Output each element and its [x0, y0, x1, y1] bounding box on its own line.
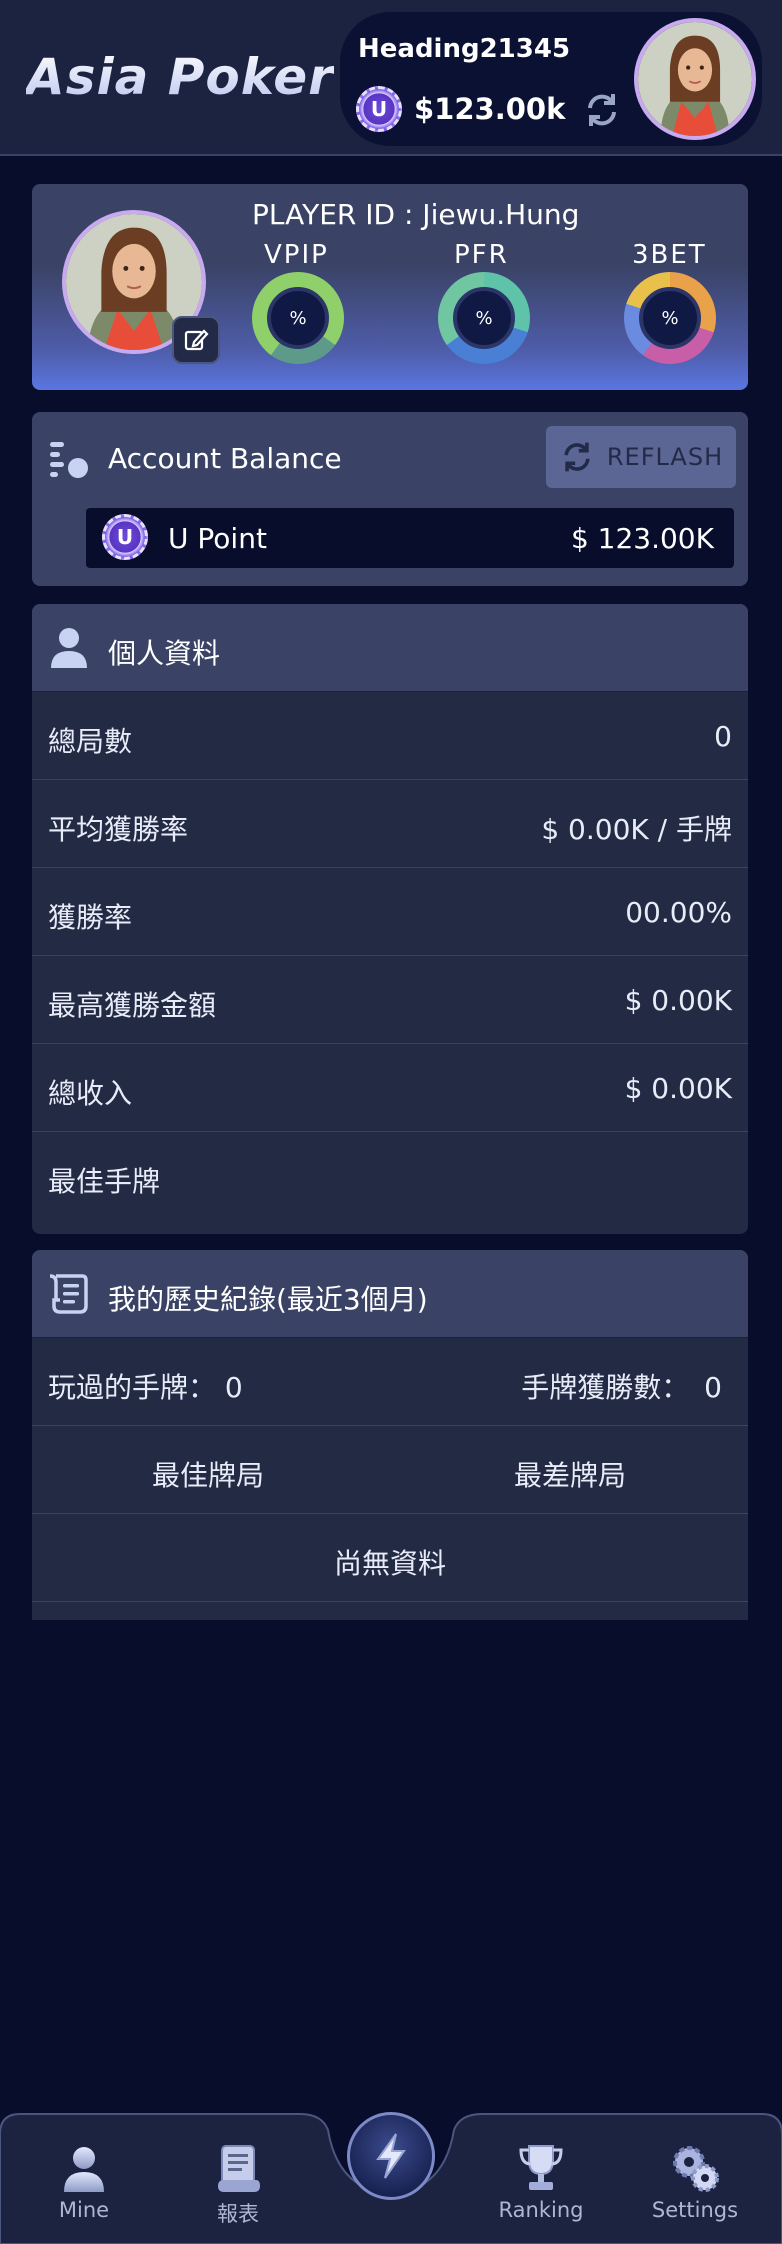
empty-message: 尚無資料 [333, 1547, 446, 1580]
app-logo: Asia Poker [26, 48, 334, 106]
history-panel-title: 我的歷史紀錄(最近3個月) [108, 1283, 428, 1316]
scroll-icon [49, 1274, 88, 1314]
row-value: $ 0.00K [624, 1072, 732, 1105]
history-empty-row: 尚無資料 [32, 1514, 748, 1602]
nav-ranking[interactable]: Ranking [486, 2140, 596, 2222]
scroll-icon [218, 2145, 260, 2192]
u-coin-icon: U [356, 86, 402, 132]
header-avatar[interactable] [634, 18, 756, 140]
trophy-icon [519, 2145, 563, 2190]
row-label: 總收入 [48, 1077, 133, 1110]
history-tabs-row: 最佳牌局 最差牌局 [32, 1426, 748, 1514]
u-coin-icon: U [102, 514, 148, 560]
row-value: 00.00% [625, 896, 732, 929]
history-counts-row: 玩過的手牌： 0 手牌獲勝數： 0 [32, 1338, 748, 1426]
stat-value-pfr: % [453, 287, 515, 349]
row-label: 最佳手牌 [48, 1165, 161, 1198]
row-value: $ 0.00K / 手牌 [541, 813, 732, 846]
refresh-icon [564, 442, 590, 472]
hands-won: 手牌獲勝數： 0 [521, 1366, 722, 1406]
profile-row: 總收入 $ 0.00K [32, 1044, 748, 1132]
nav-report[interactable]: 報表 [183, 2140, 293, 2228]
nav-mine[interactable]: Mine [29, 2140, 139, 2222]
stat-label-pfr: PFR [454, 240, 509, 270]
stat-value-vpip: % [267, 287, 329, 349]
edit-profile-button[interactable] [172, 316, 220, 364]
hands-played-value: 0 [224, 1371, 243, 1404]
player-id: PLAYER ID : Jiewu.Hung [252, 198, 580, 231]
stat-value-3bet: % [639, 287, 701, 349]
balance-title: Account Balance [108, 442, 342, 475]
nav-settings[interactable]: Settings [640, 2140, 750, 2222]
nav-label: Ranking [498, 2198, 584, 2222]
stat-ring-vpip: % [252, 272, 344, 364]
row-value: 0 [714, 720, 732, 753]
edit-icon [184, 329, 209, 351]
upoint-row: U U Point $ 123.00K [86, 508, 734, 568]
top-header: Asia Poker Heading21345 U $123.00k [0, 0, 782, 156]
tab-worst-game[interactable]: 最差牌局 [514, 1454, 626, 1494]
gears-icon [673, 2146, 719, 2192]
profile-row: 獲勝率 00.00% [32, 868, 748, 956]
profile-row: 最佳手牌 [32, 1132, 748, 1232]
nav-label: Mine [58, 2198, 110, 2222]
row-label: 最高獲勝金額 [48, 989, 217, 1022]
avatar-image [638, 22, 752, 136]
hands-played: 玩過的手牌： 0 [48, 1366, 243, 1406]
hands-won-value: 0 [704, 1371, 722, 1404]
history-panel-header: 我的歷史紀錄(最近3個月) [32, 1250, 748, 1338]
account-balance-card: Account Balance REFLASH U U Point $ 123.… [32, 412, 748, 586]
person-icon [51, 628, 87, 668]
stat-label-vpip: VPIP [264, 240, 329, 270]
reflash-label: REFLASH [606, 443, 724, 471]
row-label: 獲勝率 [48, 901, 133, 934]
profile-row: 總局數 0 [32, 692, 748, 780]
profile-panel-header: 個人資料 [32, 604, 748, 692]
profile-panel-title: 個人資料 [108, 637, 221, 670]
profile-row: 最高獲勝金額 $ 0.00K [32, 956, 748, 1044]
upoint-value: $ 123.00K [570, 522, 714, 555]
profile-panel: 個人資料 總局數 0 平均獲勝率 $ 0.00K / 手牌 獲勝率 00.00%… [32, 604, 748, 1234]
history-panel: 我的歷史紀錄(最近3個月) 玩過的手牌： 0 手牌獲勝數： 0 最佳牌局 最差牌… [32, 1250, 748, 1620]
nav-label: Settings [651, 2198, 739, 2222]
hands-won-label: 手牌獲勝數： [521, 1371, 690, 1404]
row-value: $ 0.00K [624, 984, 732, 1017]
username: Heading21345 [358, 34, 571, 64]
nav-center-button[interactable] [347, 2112, 435, 2200]
row-label: 平均獲勝率 [48, 813, 189, 846]
hands-played-label: 玩過的手牌： [48, 1371, 217, 1404]
refresh-icon[interactable] [582, 90, 622, 130]
balance-list-icon [50, 442, 88, 478]
upoint-name: U Point [168, 522, 267, 555]
profile-row: 平均獲勝率 $ 0.00K / 手牌 [32, 780, 748, 868]
nav-label: 報表 [217, 2202, 259, 2226]
stat-ring-3bet: % [624, 272, 716, 364]
tab-best-game[interactable]: 最佳牌局 [152, 1454, 264, 1494]
lightning-icon [376, 2133, 406, 2179]
user-summary[interactable]: Heading21345 U $123.00k [340, 12, 762, 146]
person-icon [64, 2147, 104, 2192]
row-label: 總局數 [48, 725, 133, 758]
header-balance: $123.00k [414, 92, 566, 126]
stat-label-3bet: 3BET [632, 240, 707, 270]
player-card: PLAYER ID : Jiewu.Hung VPIP % PFR % 3BET… [32, 184, 748, 390]
reflash-button[interactable]: REFLASH [546, 426, 736, 488]
stat-ring-pfr: % [438, 272, 530, 364]
